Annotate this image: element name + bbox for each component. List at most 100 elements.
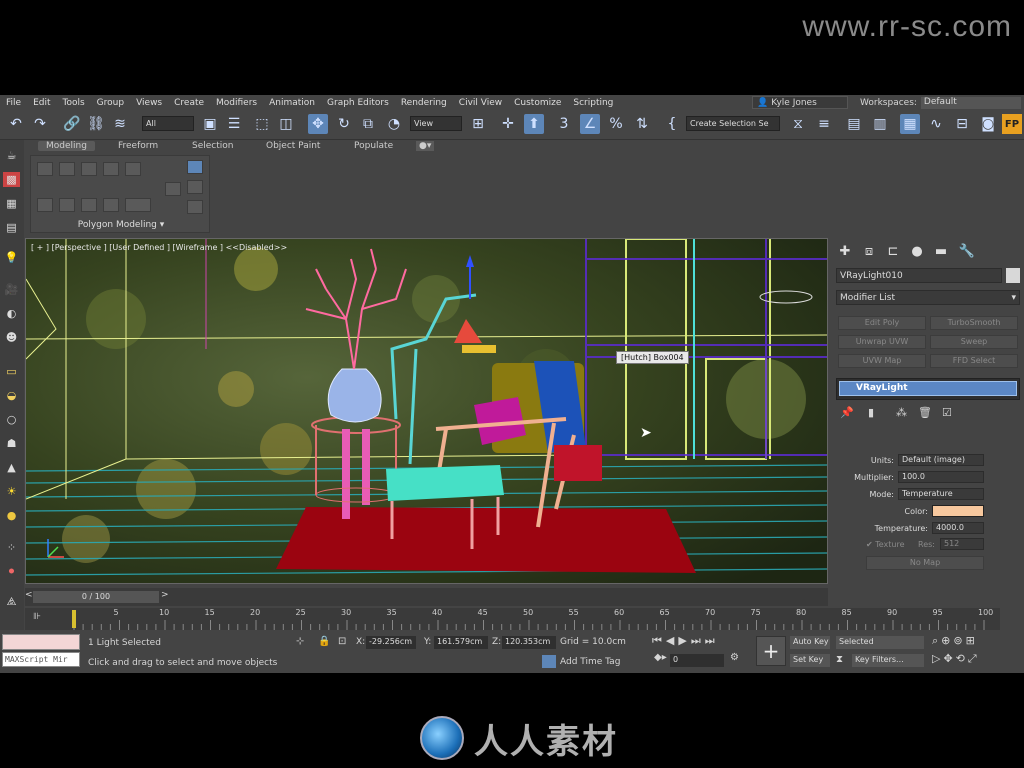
menu-group[interactable]: Group [91, 98, 130, 108]
ribbon-btn-8[interactable] [187, 200, 203, 214]
add-time-tag-label[interactable]: Add Time Tag [560, 657, 620, 667]
ribbon-btn-border[interactable] [81, 162, 97, 176]
menu-rendering[interactable]: Rendering [395, 98, 453, 108]
ribbon-btn-1[interactable] [37, 198, 53, 212]
dome-light-icon[interactable]: ◒ [3, 388, 20, 403]
y-coordinate-field[interactable]: 161.579cm [434, 636, 488, 649]
bind-spacewarp-icon[interactable]: ≋ [110, 114, 130, 134]
modifier-edit-poly-button[interactable]: Edit Poly [838, 316, 926, 330]
absolute-mode-icon[interactable]: ⊡ [338, 636, 346, 647]
object-name-field[interactable]: VRayLight010 [836, 268, 1002, 283]
ribbon-btn-polygon[interactable] [103, 162, 119, 176]
remove-modifier-icon[interactable]: 🗑 [918, 406, 932, 419]
curve-editor-mini-icon[interactable]: ⊪ [33, 612, 41, 622]
select-rotate-icon[interactable]: ↻ [334, 114, 354, 134]
unlink-icon[interactable]: ⛓ [86, 114, 106, 134]
camera-icon[interactable]: 🎥 [3, 282, 20, 297]
menu-scripting[interactable]: Scripting [567, 98, 619, 108]
key-mode-dropdown[interactable]: Selected [836, 636, 924, 649]
modifier-ffd-select-button[interactable]: FFD Select [930, 354, 1018, 368]
trackbar[interactable]: 5 10 15 20 25 30 35 40 45 50 55 60 65 70 75 80 85 90 95 100… [25, 608, 1000, 630]
current-frame-field[interactable]: 0 [670, 654, 724, 667]
ribbon-btn-7[interactable] [187, 180, 203, 194]
redo-icon[interactable]: ↷ [30, 114, 50, 134]
auto-key-button[interactable]: Auto Key [790, 636, 830, 649]
key-filters-button[interactable]: Key Filters... [852, 654, 924, 667]
motion-tab-icon[interactable]: ● [908, 242, 926, 260]
ribbon-btn-2[interactable] [59, 198, 75, 212]
viewport-layout-icon[interactable]: ▦ [3, 196, 20, 211]
ribbon-btn-modify-mode[interactable] [187, 160, 203, 174]
maxscript-mini-listener[interactable]: MAXScript Mir [2, 652, 80, 667]
scene-explorer-icon[interactable]: ▤ [844, 114, 864, 134]
menu-customize[interactable]: Customize [508, 98, 567, 108]
curve-editor-icon[interactable]: ∿ [926, 114, 946, 134]
menu-civil-view[interactable]: Civil View [453, 98, 508, 108]
undo-icon[interactable]: ↶ [6, 114, 26, 134]
align-icon[interactable]: ≡ [814, 114, 834, 134]
ribbon-btn-element[interactable] [125, 162, 141, 176]
ribbon-btn-edge[interactable] [59, 162, 75, 176]
show-end-result-icon[interactable]: ▮ [868, 406, 874, 419]
viewport-nav-controls-top[interactable]: ⌕⊕⊚⊞ [932, 634, 978, 648]
playback-controls[interactable]: ⏮◀▶⏭⏭ [652, 634, 719, 648]
no-map-button[interactable]: No Map [866, 556, 984, 570]
angle-snap-icon[interactable]: ∠ [580, 114, 600, 134]
edit-named-sets-icon[interactable]: { [662, 114, 682, 134]
prev-frame-icon[interactable]: < [25, 590, 33, 600]
set-key-button[interactable]: Set Key [790, 654, 830, 667]
sphere-light-white-icon[interactable]: ○ [3, 412, 20, 427]
hierarchy-icon[interactable]: ⧌ [3, 594, 20, 609]
grid-icon[interactable]: ▤ [3, 220, 20, 235]
ribbon-btn-4[interactable] [103, 198, 119, 212]
modifier-sweep-button[interactable]: Sweep [930, 335, 1018, 349]
toggle-ribbon-icon[interactable]: ▦ [900, 114, 920, 134]
select-object-icon[interactable]: ▣ [200, 114, 220, 134]
ribbon-btn-6[interactable] [165, 182, 181, 196]
add-time-tag-icon[interactable] [542, 655, 556, 668]
res-field[interactable]: 512 [940, 538, 984, 550]
spinner-snap-icon[interactable]: ⇅ [632, 114, 652, 134]
tab-populate[interactable]: Populate [354, 141, 393, 151]
multiplier-field[interactable]: 100.0 [898, 471, 984, 483]
maxscript-listener-pink[interactable] [2, 634, 80, 650]
set-key-plus-icon[interactable]: + [756, 636, 786, 666]
x-coordinate-field[interactable]: -29.256cm [366, 636, 416, 649]
menu-graph-editors[interactable]: Graph Editors [321, 98, 395, 108]
pin-stack-icon[interactable]: 📌 [840, 406, 854, 419]
modifier-list-dropdown[interactable]: Modifier List ▾ [836, 290, 1020, 305]
menu-modifiers[interactable]: Modifiers [210, 98, 263, 108]
key-filters-icon[interactable]: ⧗ [836, 654, 843, 665]
modifier-turbosmooth-button[interactable]: TurboSmooth [930, 316, 1018, 330]
time-slider[interactable]: 0 / 100 [33, 591, 159, 603]
ies-light-icon[interactable]: ☗ [3, 436, 20, 451]
window-crossing-icon[interactable]: ◫ [276, 114, 296, 134]
isolate-selection-icon[interactable]: ⊹ [296, 636, 304, 647]
mode-dropdown[interactable]: Temperature [898, 488, 984, 500]
hierarchy-tab-icon[interactable]: ⊏ [884, 242, 902, 260]
configure-sets-icon[interactable]: ☑ [942, 406, 952, 419]
perspective-viewport[interactable]: [ + ] [Perspective ] [User Defined ] [Wi… [25, 238, 828, 584]
light-bulb-icon[interactable]: 💡 [3, 250, 20, 265]
material-editor-icon[interactable]: ◙ [978, 114, 998, 134]
reference-coord-dropdown[interactable]: View [410, 116, 462, 131]
menu-views[interactable]: Views [130, 98, 168, 108]
display-tab-icon[interactable]: ▬ [932, 242, 950, 260]
ambient-light-icon[interactable]: ● [3, 508, 20, 523]
units-dropdown[interactable]: Default (image) [898, 454, 984, 466]
percent-snap-icon[interactable]: % [606, 114, 626, 134]
select-manipulate-icon[interactable]: ✛ [498, 114, 518, 134]
schematic-view-icon[interactable]: ⊟ [952, 114, 972, 134]
plane-light-icon[interactable]: ▭ [3, 364, 20, 379]
menu-edit[interactable]: Edit [27, 98, 56, 108]
named-selection-sets-dropdown[interactable]: Create Selection Se [686, 116, 780, 131]
ribbon-btn-3[interactable] [81, 198, 97, 212]
tab-selection[interactable]: Selection [192, 141, 233, 151]
sphere-light-icon[interactable]: ◐ [3, 306, 20, 321]
texture-checkbox[interactable]: ✔ Texture [866, 540, 905, 549]
time-config-icon[interactable]: ⚙ [730, 652, 739, 663]
menu-create[interactable]: Create [168, 98, 210, 108]
menu-tools[interactable]: Tools [57, 98, 91, 108]
temperature-field[interactable]: 4000.0 [932, 522, 984, 534]
keyboard-shortcut-override-icon[interactable]: ⬆ [524, 114, 544, 134]
